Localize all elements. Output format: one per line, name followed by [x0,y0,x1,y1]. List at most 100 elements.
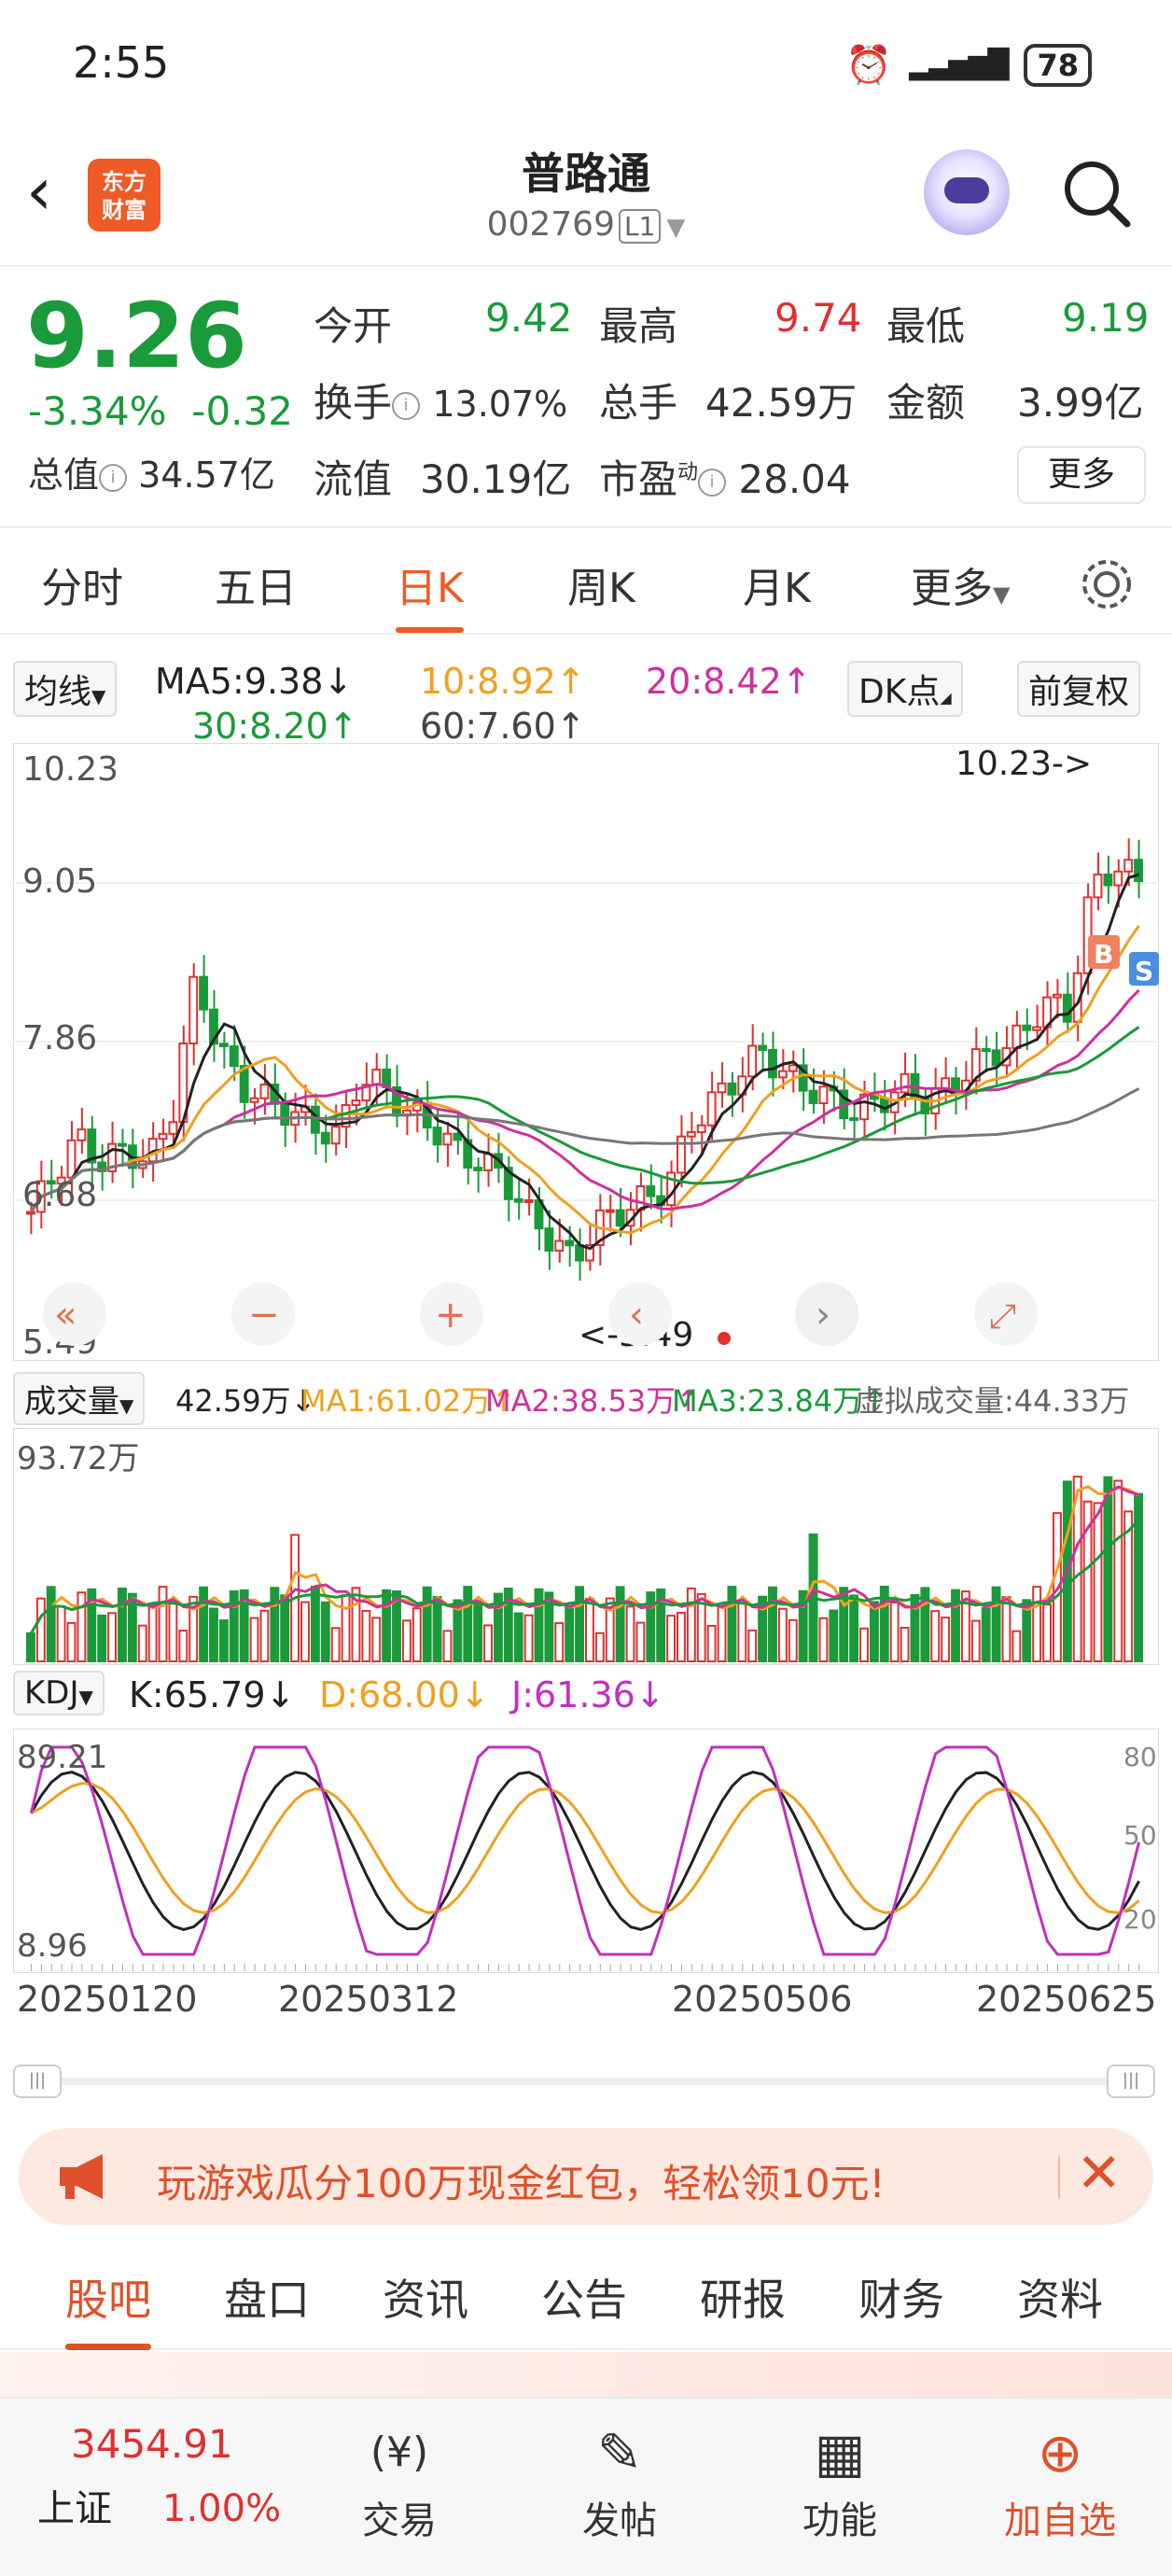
dk-point-select[interactable]: DK点◢ [847,661,963,717]
index-ticker[interactable]: 3454.91 上证 1.00% [37,2421,308,2532]
volume-chart[interactable]: 93.72万 [13,1428,1159,1665]
alarm-icon: ⏰ [845,44,893,87]
price-change: -3.34% -0.32 [28,388,293,434]
candle [483,1153,493,1171]
more-button[interactable]: 更多 [1017,446,1146,504]
volume-bar [249,1617,259,1662]
range-handle-left[interactable]: ||| [13,2065,62,2098]
date-axis: 20250120 20250312 20250506 20250625 [0,1979,1172,2025]
nav-trade[interactable]: (¥) 交易 [325,2415,474,2544]
tab-more[interactable]: 更多▼ [911,554,1010,614]
tab-forum[interactable]: 股吧 [65,2266,151,2350]
nav-add-watchlist[interactable]: ⊕ 加自选 [985,2415,1135,2544]
kdj-k: K:65.79↓ [129,1674,296,1715]
candle [1134,859,1144,883]
nav-post[interactable]: ✎ 发帖 [545,2415,694,2544]
promo-banner[interactable]: 玩游戏瓜分100万现金红包，轻松领10元! ✕ [19,2128,1153,2225]
volume-bar [941,1617,951,1662]
kdj-legend: KDJ▼ K:65.79↓ D:68.00↓ J:61.36↓ [0,1671,1172,1727]
tab-orderbook[interactable]: 盘口 [224,2266,310,2328]
chart-range-scrollbar[interactable]: ||| ||| [13,2065,1155,2098]
volume-bar [594,1631,605,1662]
candle [565,1239,575,1247]
candle [554,1239,565,1253]
tab-five-day[interactable]: 五日 [215,554,297,614]
volume-axis-top: 93.72万 [17,1440,139,1477]
volume-bar [768,1586,777,1662]
nav-functions[interactable]: ▦ 功能 [765,2415,914,2544]
candle [1093,873,1103,899]
tab-research[interactable]: 研报 [700,2266,786,2328]
date-label: 20250506 [672,1979,853,2020]
adjust-select[interactable]: 前复权 [1017,661,1141,717]
assistant-avatar-icon[interactable] [924,149,1010,235]
volume-bar [147,1603,158,1662]
kdj-select[interactable]: KDJ▼ [13,1671,105,1715]
candle [981,1048,991,1053]
candle [1052,993,1062,999]
volume-bar [422,1586,432,1662]
candle [991,1049,1001,1067]
tab-profile[interactable]: 资料 [1017,2266,1103,2328]
volume-bar [981,1607,991,1663]
ma5-value: MA5:9.38↓ [155,661,354,702]
close-icon[interactable]: ✕ [1076,2141,1122,2205]
search-icon[interactable] [1060,157,1133,230]
candle [1113,870,1123,887]
volume-bar [1012,1630,1022,1663]
volume-bar [1001,1596,1012,1662]
tab-financials[interactable]: 财务 [858,2266,944,2328]
tab-monthly-k[interactable]: 月K [743,554,811,614]
volume-bar [585,1597,594,1662]
tab-weekly-k[interactable]: 周K [567,554,635,614]
volume-bar [35,1597,46,1662]
candle [432,1127,442,1146]
volume-bar [300,1601,310,1663]
candle [77,1128,87,1141]
settings-gear-icon[interactable] [1077,554,1137,614]
volume-bar [473,1603,483,1662]
candle [442,1132,453,1146]
volume-bar [849,1594,859,1663]
candle [1123,859,1134,873]
kdj-chart[interactable]: 89.21 8.96 80 50 20 [13,1729,1159,1973]
volume-bar [869,1601,879,1662]
candle [768,1048,777,1079]
volume-bar [97,1614,107,1662]
tab-news[interactable]: 资讯 [383,2266,468,2328]
candle [229,1045,239,1068]
candle [1103,873,1113,887]
zoom-in-icon: + [435,1294,467,1337]
volume-bar [534,1588,544,1662]
volume-select[interactable]: 成交量▼ [13,1372,146,1425]
edit-icon: ✎ [596,2421,643,2485]
candlestick-chart[interactable]: 10.23 9.05 7.86 6.68 5.49 10.23-> <-5.49… [13,743,1159,1361]
kdj-level-20: 20 [1123,1904,1157,1935]
candle [351,1099,361,1106]
info-icon: i [392,391,421,420]
candle [118,1142,127,1147]
candle [188,975,199,1045]
kdj-axis-top: 89.21 [17,1739,107,1776]
period-tabs: 分时 五日 日K 周K 月K 更多▼ [0,528,1172,635]
volume-bar [635,1621,646,1662]
volume-bar [199,1586,209,1662]
candle [879,1098,889,1113]
vol-ma1: MA1:61.02万↑ [300,1383,517,1419]
candle [158,1132,168,1141]
content-peek [0,2352,1172,2397]
tab-announcements[interactable]: 公告 [541,2266,627,2328]
date-label: 20250120 [17,1979,198,2020]
candle [1012,1024,1022,1050]
candle [635,1185,646,1211]
tab-daily-k[interactable]: 日K [396,554,464,633]
stock-header: ‹ 东方 财富 普路通 002769 L1 ▼ [0,131,1172,267]
candle [706,1091,717,1127]
range-handle-right[interactable]: ||| [1107,2065,1155,2098]
volume-bar [178,1630,188,1662]
candle [818,1085,829,1105]
open-price: 9.42 [485,295,573,341]
tab-intraday[interactable]: 分时 [41,554,123,614]
candle [727,1082,737,1096]
indicator-select[interactable]: 均线▼ [13,661,118,717]
